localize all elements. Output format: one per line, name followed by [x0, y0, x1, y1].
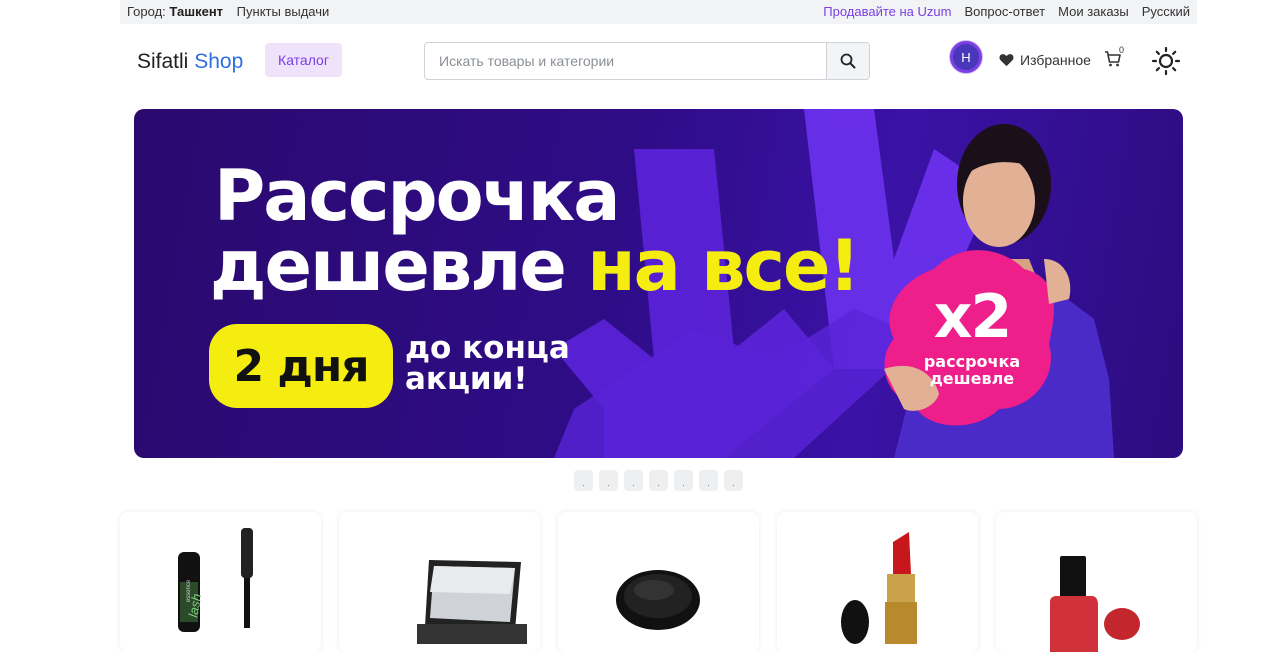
carousel-dot[interactable]: .	[699, 470, 718, 491]
compact-powder-icon	[616, 570, 700, 630]
search-button[interactable]	[826, 43, 869, 79]
product-card[interactable]	[558, 512, 759, 652]
cart-button[interactable]: 0	[1104, 45, 1124, 73]
favorites-link[interactable]: Избранное	[999, 52, 1091, 68]
banner-badge-text: x2 рассрочка дешевле	[902, 287, 1042, 387]
nail-polish-icon	[1050, 556, 1140, 652]
eyeshadow-palette-icon	[417, 560, 527, 644]
carousel-dot[interactable]: .	[599, 470, 618, 491]
lipstick-icon	[841, 532, 917, 644]
carousel-dot[interactable]: .	[674, 470, 693, 491]
badge-sub-2: дешевле	[929, 369, 1015, 388]
avatar[interactable]: H	[950, 41, 982, 73]
my-orders-link[interactable]: Мои заказы	[1058, 4, 1129, 19]
badge-sub-1: рассрочка	[923, 352, 1021, 371]
search-input[interactable]	[425, 43, 826, 79]
cart-count: 0	[1119, 45, 1125, 55]
banner-days-pill: 2 дня	[233, 340, 369, 392]
pickup-points-link[interactable]: Пункты выдачи	[237, 4, 330, 19]
mascara-icon	[178, 528, 253, 632]
header: Sifatli Shop Каталог H Избранное 0	[0, 24, 1280, 100]
banner-headline-2b: на все!	[587, 225, 860, 307]
carousel-dot[interactable]: .	[649, 470, 668, 491]
banner-subtext: до конца акции!	[405, 333, 570, 395]
heart-icon	[999, 54, 1014, 67]
logo-text: Sifatli	[137, 50, 189, 73]
favorites-label: Избранное	[1020, 52, 1091, 68]
product-card[interactable]	[777, 512, 978, 652]
catalog-button[interactable]: Каталог	[265, 43, 342, 77]
city-label: Город:	[127, 4, 166, 19]
logo-shop-text: Shop	[194, 50, 244, 73]
carousel-dot[interactable]: .	[624, 470, 643, 491]
banner-headline-2: дешевле на все!	[210, 231, 860, 301]
banner-subtext-1: до конца	[405, 330, 570, 366]
promo-banner[interactable]: Рассрочка дешевле на все! 2 дня до конца…	[134, 109, 1183, 458]
banner-headline-1: Рассрочка	[214, 155, 621, 237]
sun-icon	[1151, 46, 1181, 76]
banner-headline-2a: дешевле	[210, 225, 567, 307]
product-card[interactable]	[339, 512, 540, 652]
sell-on-uzum-link[interactable]: Продавайте на Uzum	[823, 4, 951, 19]
carousel-dot[interactable]: .	[574, 470, 593, 491]
faq-link[interactable]: Вопрос-ответ	[964, 4, 1045, 19]
product-card[interactable]	[996, 512, 1197, 652]
top-bar: Город: Ташкент Пункты выдачи Продавайте …	[120, 0, 1197, 24]
carousel-dot[interactable]: .	[724, 470, 743, 491]
product-grid: essence lash	[120, 512, 1197, 652]
banner-subtext-2: акции!	[405, 361, 528, 397]
logo[interactable]: Sifatli Shop	[137, 50, 243, 74]
product-card[interactable]: essence lash	[120, 512, 321, 652]
city-selector[interactable]: Ташкент	[169, 4, 223, 19]
language-selector[interactable]: Русский	[1142, 4, 1190, 19]
theme-toggle[interactable]	[1151, 46, 1181, 81]
badge-x2: x2	[933, 282, 1012, 352]
search-bar	[424, 42, 870, 80]
carousel-dots: . . . . . . .	[574, 470, 743, 491]
search-icon	[840, 53, 856, 69]
